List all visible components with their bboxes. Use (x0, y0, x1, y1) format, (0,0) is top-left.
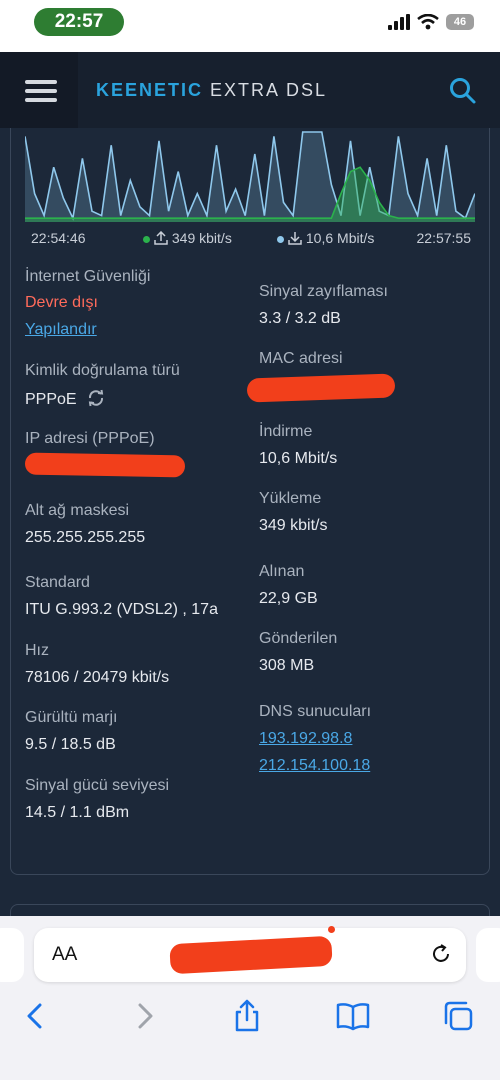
ip-address-label: IP adresi (PPPoE) (25, 430, 155, 447)
previous-tab-preview[interactable] (0, 928, 24, 982)
attenuation-value: 3.3 / 3.2 dB (259, 310, 341, 327)
download-series-area (25, 132, 475, 222)
redaction-mark (246, 373, 396, 403)
cellular-signal-icon (388, 14, 410, 30)
dns-server-link[interactable]: 193.192.98.8 (259, 730, 371, 748)
ip-address-field: IP adresi (PPPoE) (25, 430, 155, 448)
auth-type-value: PPPoE (25, 391, 77, 408)
internet-security-field: İnternet Güvenliği Devre dışı Yapılandır (25, 268, 150, 339)
received-field: Alınan 22,9 GB (259, 563, 318, 608)
speed-field: Hız 78106 / 20479 kbit/s (25, 642, 169, 687)
noise-margin-field: Gürültü marjı 9.5 / 18.5 dB (25, 709, 117, 754)
status-bar: 22:57 46 (0, 0, 500, 52)
aa-label: AA (52, 944, 78, 965)
received-label: Alınan (259, 563, 305, 580)
upload-label: Yükleme (259, 490, 322, 507)
download-icon (288, 232, 302, 245)
next-tab-preview[interactable] (476, 928, 500, 982)
standard-field: Standard ITU G.993.2 (VDSL2) , 17a (25, 574, 218, 619)
speed-value: 78106 / 20479 kbit/s (25, 669, 170, 686)
sent-value: 308 MB (259, 657, 315, 674)
standard-value: ITU G.993.2 (VDSL2) , 17a (25, 601, 218, 618)
auth-type-value-row: PPPoE (25, 389, 180, 409)
upload-value: 349 kbit/s (259, 517, 328, 534)
browser-toolbar: AA (0, 916, 500, 1080)
battery-icon: 46 (446, 14, 474, 30)
signal-power-field: Sinyal gücü seviyesi 14.5 / 1.1 dBm (25, 777, 169, 822)
auth-type-field: Kimlik doğrulama türü PPPoE (25, 362, 180, 409)
traffic-chart (25, 131, 475, 222)
received-value: 22,9 GB (259, 590, 318, 607)
sent-field: Gönderilen 308 MB (259, 630, 337, 675)
share-icon[interactable] (229, 998, 265, 1034)
app-header: KEENETIC EXTRA DSL (0, 52, 500, 128)
legend-download: 10,6 Mbit/s (277, 230, 374, 246)
subnet-mask-label: Alt ağ maskesi (25, 502, 130, 519)
download-value: 10,6 Mbit/s (259, 450, 338, 467)
subnet-mask-value: 255.255.255.255 (25, 529, 146, 546)
legend-upload-value: 349 kbit/s (171, 230, 232, 246)
mac-address-label: MAC adresi (259, 350, 343, 367)
legend-upload: 349 kbit/s (143, 230, 232, 246)
reload-icon[interactable] (430, 943, 452, 965)
menu-button[interactable] (0, 52, 78, 128)
auth-type-label: Kimlik doğrulama türü (25, 362, 180, 379)
bookmarks-icon[interactable] (335, 998, 371, 1034)
noise-margin-label: Gürültü marjı (25, 709, 118, 726)
configure-link[interactable]: Yapılandır (25, 321, 150, 339)
brand-logo: KEENETIC EXTRA DSL (96, 80, 328, 100)
download-label: İndirme (259, 423, 313, 440)
wifi-icon (417, 14, 439, 30)
signal-power-value: 14.5 / 1.1 dBm (25, 804, 130, 821)
hamburger-menu-icon (25, 80, 57, 84)
back-icon[interactable] (18, 998, 54, 1034)
internet-security-label: İnternet Güvenliği (25, 268, 151, 285)
text-size-button[interactable]: AA (52, 944, 77, 966)
standard-label: Standard (25, 574, 90, 591)
dns-server-link[interactable]: 212.154.100.18 (259, 757, 371, 775)
internet-status-card: 22:54:46 349 kbit/s 10,6 Mbit/s 22:57:55… (10, 128, 490, 875)
forward-icon[interactable] (126, 998, 162, 1034)
search-icon[interactable] (448, 76, 478, 106)
signal-power-label: Sinyal gücü seviyesi (25, 777, 170, 794)
refresh-icon[interactable] (87, 389, 105, 407)
status-icons: 46 (388, 14, 474, 30)
chart-end-time: 22:57:55 (416, 230, 472, 246)
dns-servers-field: DNS sunucuları 193.192.98.8 212.154.100.… (259, 703, 371, 775)
attenuation-field: Sinyal zayıflaması 3.3 / 3.2 dB (259, 283, 388, 328)
chart-start-time: 22:54:46 (31, 230, 86, 246)
upload-field: Yükleme 349 kbit/s (259, 490, 327, 535)
chart-legend: 22:54:46 349 kbit/s 10,6 Mbit/s 22:57:55 (31, 228, 471, 248)
redaction-dot (328, 926, 335, 933)
redaction-mark (24, 452, 186, 478)
subnet-mask-field: Alt ağ maskesi 255.255.255.255 (25, 502, 145, 547)
internet-security-status: Devre dışı (25, 294, 98, 311)
mac-address-field: MAC adresi (259, 350, 343, 368)
speed-label: Hız (25, 642, 49, 659)
sent-label: Gönderilen (259, 630, 338, 647)
address-bar[interactable]: AA (34, 926, 466, 982)
redaction-mark (169, 935, 333, 975)
download-field: İndirme 10,6 Mbit/s (259, 423, 337, 468)
noise-margin-value: 9.5 / 18.5 dB (25, 736, 116, 753)
status-time: 22:57 (34, 8, 124, 36)
legend-download-value: 10,6 Mbit/s (305, 230, 375, 246)
attenuation-label: Sinyal zayıflaması (259, 283, 388, 300)
dns-servers-label: DNS sunucuları (259, 703, 372, 720)
upload-icon (154, 230, 168, 245)
tabs-icon[interactable] (440, 998, 476, 1034)
